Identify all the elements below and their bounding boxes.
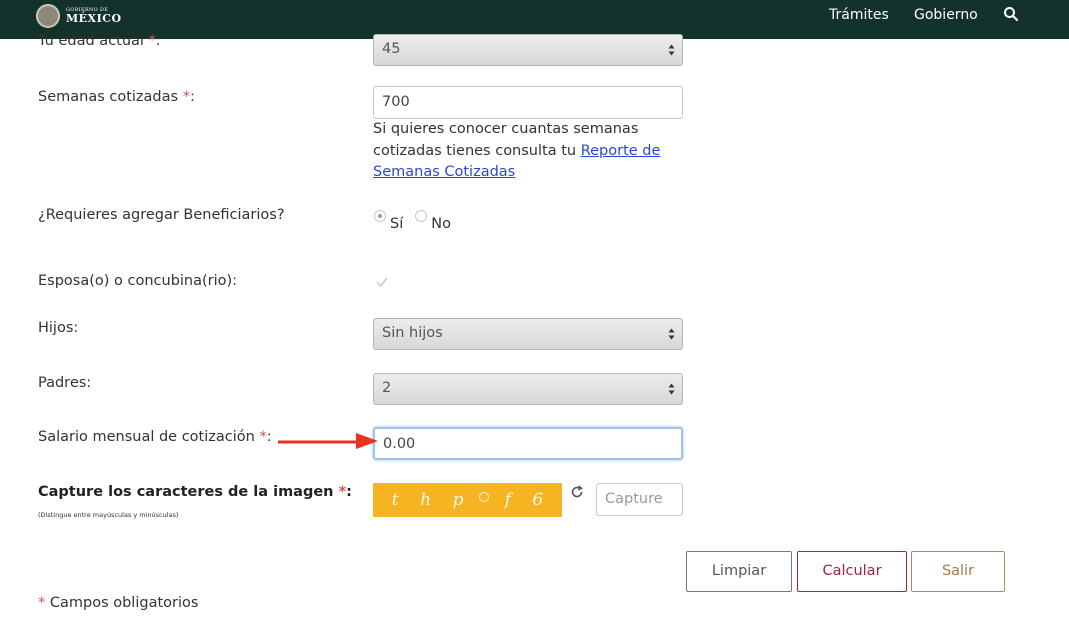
radio-si[interactable] [374,210,386,222]
captcha-char: 6 [532,490,544,510]
spouse-label: Esposa(o) o concubina(rio): [38,273,238,289]
radio-si-label[interactable]: Sí [390,216,403,232]
captcha-note: (Distingue entre mayúsculas y minúsculas… [38,511,179,519]
logo-big-text: MÉXICO [66,12,122,25]
search-icon[interactable] [1003,6,1019,22]
children-label: Hijos: [38,320,79,336]
age-select[interactable]: 45 [373,34,683,66]
spouse-checkbox[interactable] [375,275,389,289]
calculate-button[interactable]: Calcular [797,551,907,592]
salary-input[interactable]: 0.00 [373,427,683,460]
age-label: Tu edad actual *: [38,33,161,49]
captcha-label: Capture los caracteres de la imagen *: [38,484,352,500]
radio-no[interactable] [415,210,428,222]
select-arrows-icon [668,44,675,56]
gobierno-logo[interactable]: GOBIERNO DE MÉXICO [36,2,122,30]
captcha-char: t [391,490,399,510]
select-arrows-icon [668,383,675,395]
captcha-input-placeholder: Capture [605,491,663,507]
captcha-image: t h p f 6 [373,483,562,517]
captcha-noise [479,492,490,502]
children-select-value: Sin hijos [382,325,443,341]
captcha-char: f [504,490,511,510]
annotation-arrow-icon [278,433,378,449]
logo-text: GOBIERNO DE MÉXICO [66,8,122,25]
select-arrows-icon [668,328,675,340]
weeks-label: Semanas cotizadas *: [38,89,195,105]
parents-label: Padres: [38,375,92,391]
radio-no-label[interactable]: No [431,216,451,232]
exit-button[interactable]: Salir [911,551,1005,592]
seal-icon [36,4,60,28]
salary-label: Salario mensual de cotización *: [38,429,272,445]
captcha-input[interactable]: Capture [596,483,683,516]
nav-gobierno[interactable]: Gobierno [914,7,978,23]
clear-button[interactable]: Limpiar [686,551,792,592]
age-select-value: 45 [382,41,401,57]
nav-tramites[interactable]: Trámites [829,7,889,23]
salary-input-value: 0.00 [383,436,416,452]
beneficiaries-label: ¿Requieres agregar Beneficiarios? [38,207,285,223]
children-select[interactable]: Sin hijos [373,318,683,350]
weeks-help-text: Si quieres conocer cuantas semanas cotiz… [373,121,661,180]
beneficiaries-radio-group: Sí No [374,210,463,232]
parents-select[interactable]: 2 [373,373,683,405]
weeks-input[interactable]: 700 [373,86,683,119]
parents-select-value: 2 [382,380,392,396]
refresh-icon[interactable] [570,485,584,499]
required-fields-note: * Campos obligatorios [38,595,199,611]
captcha-char: p [452,490,464,510]
weeks-input-value: 700 [382,94,410,110]
captcha-char: h [420,490,432,510]
